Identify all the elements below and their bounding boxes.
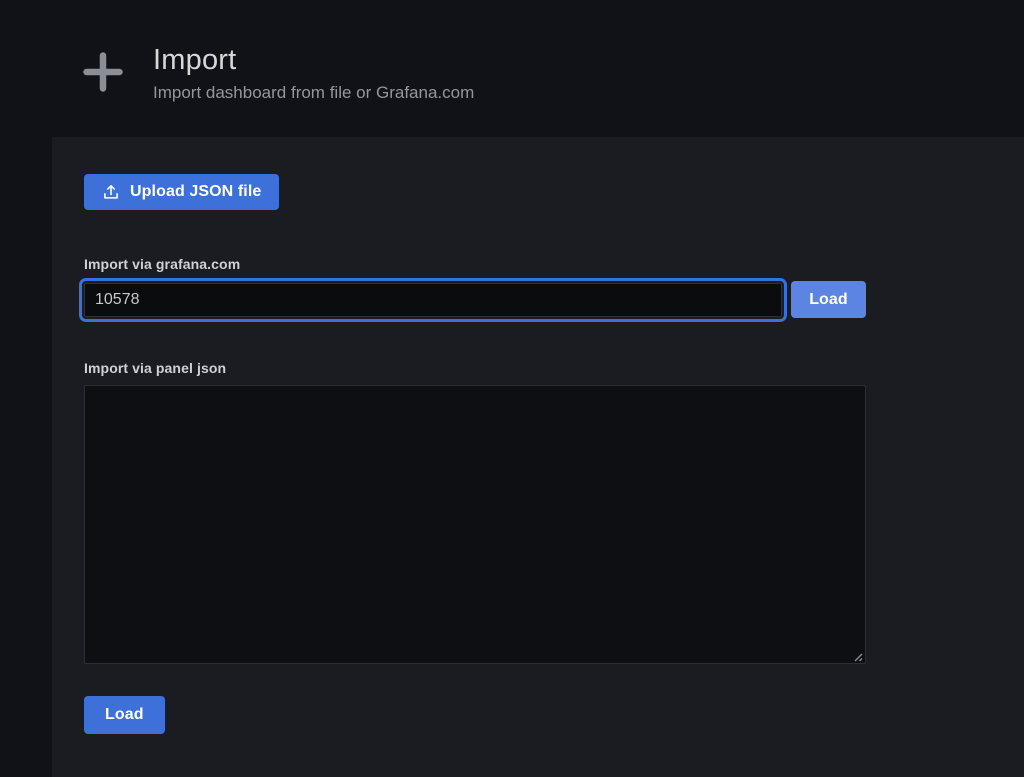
panel-json-field-label: Import via panel json (84, 360, 1024, 376)
gcom-url-input[interactable] (84, 283, 782, 317)
import-panel: Upload JSON file Import via grafana.com … (52, 137, 1024, 777)
panel-json-textarea-wrap (84, 385, 866, 664)
upload-json-button[interactable]: Upload JSON file (84, 174, 279, 210)
gcom-field: Import via grafana.com Load (84, 256, 1024, 318)
page-title: Import (153, 44, 474, 77)
load-button[interactable]: Load (84, 696, 165, 734)
resize-handle-icon[interactable] (851, 649, 863, 661)
gcom-field-label: Import via grafana.com (84, 256, 1024, 272)
gcom-load-button[interactable]: Load (791, 281, 866, 318)
page-header: Import Import dashboard from file or Gra… (0, 0, 1024, 137)
page-subtitle: Import dashboard from file or Grafana.co… (153, 83, 474, 103)
upload-icon (102, 183, 120, 201)
gcom-input-row: Load (84, 281, 866, 318)
panel-json-field: Import via panel json (84, 360, 1024, 664)
panel-json-textarea[interactable] (84, 385, 866, 664)
plus-icon (80, 46, 126, 98)
header-titles: Import Import dashboard from file or Gra… (153, 44, 474, 103)
upload-json-button-label: Upload JSON file (130, 183, 261, 201)
